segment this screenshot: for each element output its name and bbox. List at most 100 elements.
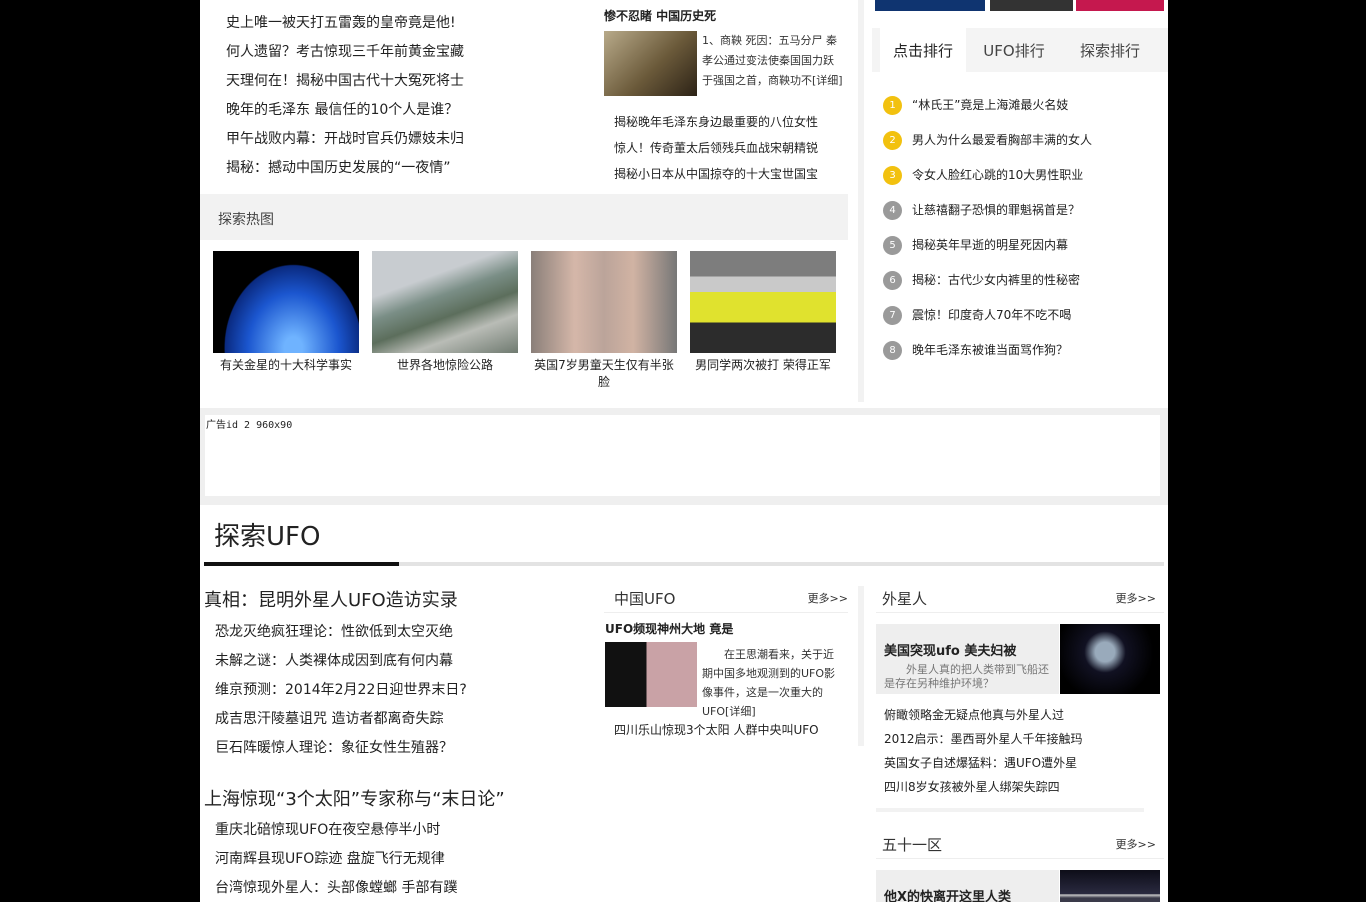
china-ufo-header: 中国UFO 更多>> <box>604 586 848 613</box>
list-item[interactable]: 河南辉县现UFO踪迹 盘旋飞行无规律 <box>215 845 585 874</box>
china-ufo-more[interactable]: 更多>> <box>808 590 848 606</box>
news-link[interactable]: 巨石阵暖惊人理论：象征女性生殖器？ <box>215 740 453 756</box>
history-title[interactable]: 惨不忍睹 中国历史死 <box>604 6 844 26</box>
china-ufo-feature-title[interactable]: UFO频现神州大地 竟是 <box>605 620 733 637</box>
news-link[interactable]: 天理何在！揭秘中国古代十大冤死将士 <box>226 73 464 89</box>
list-item[interactable]: 恐龙灭绝疯狂理论：性欲低到太空灭绝 <box>215 618 585 647</box>
news-link[interactable]: 史上唯一被天打五雷轰的皇帝竟是他! <box>226 15 456 31</box>
news-link[interactable]: 俯瞰领略金无疑点他真与外星人过 <box>884 708 1064 722</box>
ranking-link[interactable]: 让慈禧翻子恐惧的罪魁祸首是？ <box>912 193 1080 228</box>
news-link[interactable]: 台湾惊现外星人：头部像螳螂 手部有蹼 <box>215 880 457 896</box>
list-item[interactable]: 俯瞰领略金无疑点他真与外星人过 <box>884 703 1164 727</box>
tab-explore-ranking[interactable]: 探索排行 <box>1062 28 1158 72</box>
aliens-more[interactable]: 更多>> <box>1116 590 1156 606</box>
nav-button-pink[interactable] <box>1076 0 1164 11</box>
news-link[interactable]: 成吉思汗陵墓诅咒 造访者都离奇失踪 <box>215 711 443 727</box>
area51-thumbnail[interactable] <box>1060 870 1160 902</box>
area51-feature-title[interactable]: 他X的快离开这里人类 <box>876 870 1059 902</box>
list-item[interactable]: 四川8岁女孩被外星人绑架失踪四 <box>884 775 1164 799</box>
news-link[interactable]: 揭秘晚年毛泽东身边最重要的八位女性 <box>614 115 818 129</box>
hot-pic-item[interactable]: 英国7岁男童天生仅有半张脸 <box>531 251 677 391</box>
china-ufo-thumbnail[interactable] <box>605 642 697 707</box>
news-link[interactable]: 维京预测：2014年2月22日迎世界末日? <box>215 682 467 698</box>
news-link[interactable]: 揭秘小日本从中国掠夺的十大宝世国宝 <box>614 167 818 181</box>
news-link[interactable]: 英国女子自述爆猛料：遇UFO遭外星 <box>884 756 1077 770</box>
hot-pic-item[interactable]: 有关金星的十大科学事实 <box>213 251 359 391</box>
ranking-link[interactable]: 揭秘英年早逝的明星死因内幕 <box>912 228 1068 263</box>
ranking-item[interactable]: 6 揭秘：古代少女内裤里的性秘密 <box>883 263 1163 298</box>
aliens-feature-box[interactable]: 美国突现ufo 美夫妇被 外星人真的把人类带到飞船还是存在另种维护环境？ <box>876 624 1059 694</box>
china-ufo-title[interactable]: 中国UFO <box>614 588 675 609</box>
ranking-tabs: 点击排行 UFO排行 探索排行 <box>872 28 1168 72</box>
list-item[interactable]: 揭秘：撼动中国历史发展的“一夜情” <box>226 154 596 183</box>
list-item[interactable]: 天理何在！揭秘中国古代十大冤死将士 <box>226 67 596 96</box>
news-link[interactable]: 河南辉县现UFO踪迹 盘旋飞行无规律 <box>215 851 445 867</box>
road-image[interactable] <box>372 251 518 353</box>
list-item[interactable]: 晚年的毛泽东 最信任的10个人是谁？ <box>226 96 596 125</box>
tab-ufo-ranking[interactable]: UFO排行 <box>966 28 1062 72</box>
list-item[interactable]: 未解之谜：人类裸体成因到底有何内幕 <box>215 647 585 676</box>
hot-pic-item[interactable]: 世界各地惊险公路 <box>372 251 518 391</box>
tab-click-ranking[interactable]: 点击排行 <box>880 28 966 72</box>
list-item[interactable]: 何人遗留？考古惊现三千年前黄金宝藏 <box>226 38 596 67</box>
ranking-link[interactable]: 男人为什么最爱看胸部丰满的女人 <box>912 123 1092 158</box>
list-item[interactable]: 甲午战败内幕：开战时官兵仍嫖妓未归 <box>226 125 596 154</box>
boys-image[interactable] <box>531 251 677 353</box>
ranking-item[interactable]: 2 男人为什么最爱看胸部丰满的女人 <box>883 123 1163 158</box>
area51-more[interactable]: 更多>> <box>1116 836 1156 852</box>
news-link[interactable]: 晚年的毛泽东 最信任的10个人是谁？ <box>226 102 458 118</box>
list-item[interactable]: 重庆北碚惊现UFO在夜空悬停半小时 <box>215 816 585 845</box>
list-item[interactable]: 2012启示：墨西哥外星人千年接触玛 <box>884 727 1164 751</box>
aliens-feature-title[interactable]: 美国突现ufo 美夫妇被 <box>876 624 1059 659</box>
top-news-list: 史上唯一被天打五雷轰的皇帝竟是他! 何人遗留？考古惊现三千年前黄金宝藏 天理何在… <box>226 9 596 183</box>
aliens-title[interactable]: 外星人 <box>882 588 927 609</box>
list-item[interactable]: 史上唯一被天打五雷轰的皇帝竟是他! <box>226 9 596 38</box>
list-item[interactable]: 台湾惊现外星人：头部像螳螂 手部有蹼 <box>215 874 585 902</box>
ranking-item[interactable]: 8 晚年毛泽东被谁当面骂作狗？ <box>883 333 1163 368</box>
news-link[interactable]: 恐龙灭绝疯狂理论：性欲低到太空灭绝 <box>215 624 453 640</box>
news-link[interactable]: 揭秘：撼动中国历史发展的“一夜情” <box>226 160 451 176</box>
ranking-link[interactable]: 令女人脸红心跳的10大男性职业 <box>912 158 1083 193</box>
ad-slot[interactable]: 广告id 2 960x90 <box>205 415 1160 496</box>
list-item[interactable]: 惊人！传奇董太后领残兵血战宋朝精锐 <box>614 135 844 161</box>
list-item[interactable]: 四川乐山惊现3个太阳 人群中央叫UFO <box>614 717 854 743</box>
news-link[interactable]: 2012启示：墨西哥外星人千年接触玛 <box>884 732 1083 746</box>
ranking-link[interactable]: 晚年毛泽东被谁当面骂作狗？ <box>912 333 1068 368</box>
news-link[interactable]: 甲午战败内幕：开战时官兵仍嫖妓未归 <box>226 131 464 147</box>
list-item[interactable]: 巨石阵暖惊人理论：象征女性生殖器？ <box>215 734 585 763</box>
list-item[interactable]: 揭秘晚年毛泽东身边最重要的八位女性 <box>614 109 844 135</box>
area51-feature-box[interactable]: 他X的快离开这里人类 <box>876 870 1059 902</box>
news-link[interactable]: 重庆北碚惊现UFO在夜空悬停半小时 <box>215 822 440 838</box>
area51-title[interactable]: 五十一区 <box>882 834 942 855</box>
ranking-item[interactable]: 7 震惊！印度奇人70年不吃不喝 <box>883 298 1163 333</box>
runners-image[interactable] <box>690 251 836 353</box>
list-item[interactable]: 英国女子自述爆猛料：遇UFO遭外星 <box>884 751 1164 775</box>
ranking-item[interactable]: 1 “林氏王”竟是上海滩最火名妓 <box>883 88 1163 123</box>
hot-pic-caption[interactable]: 英国7岁男童天生仅有半张脸 <box>531 357 677 391</box>
news-link[interactable]: 何人遗留？考古惊现三千年前黄金宝藏 <box>226 44 464 60</box>
history-thumbnail[interactable] <box>604 31 697 96</box>
venus-image[interactable] <box>213 251 359 353</box>
nav-button-dark[interactable] <box>990 0 1073 11</box>
hot-pic-item[interactable]: 男同学两次被打 荣得正军 <box>690 251 836 391</box>
list-item[interactable]: 维京预测：2014年2月22日迎世界末日? <box>215 676 585 705</box>
ranking-item[interactable]: 5 揭秘英年早逝的明星死因内幕 <box>883 228 1163 263</box>
hot-pic-caption[interactable]: 有关金星的十大科学事实 <box>213 357 359 374</box>
ranking-link[interactable]: 揭秘：古代少女内裤里的性秘密 <box>912 263 1080 298</box>
list-item[interactable]: 成吉思汗陵墓诅咒 造访者都离奇失踪 <box>215 705 585 734</box>
list-item[interactable]: 揭秘小日本从中国掠夺的十大宝世国宝 <box>614 161 844 187</box>
ranking-link[interactable]: 震惊！印度奇人70年不吃不喝 <box>912 298 1071 333</box>
news-link[interactable]: 未解之谜：人类裸体成因到底有何内幕 <box>215 653 453 669</box>
news-link[interactable]: 四川乐山惊现3个太阳 人群中央叫UFO <box>614 723 819 737</box>
headline-1[interactable]: 真相：昆明外星人UFO造访实录 <box>204 586 458 612</box>
nav-button-blue[interactable] <box>875 0 985 11</box>
hot-pic-caption[interactable]: 世界各地惊险公路 <box>372 357 518 374</box>
ranking-item[interactable]: 4 让慈禧翻子恐惧的罪魁祸首是？ <box>883 193 1163 228</box>
news-link[interactable]: 惊人！传奇董太后领残兵血战宋朝精锐 <box>614 141 818 155</box>
ranking-link[interactable]: “林氏王”竟是上海滩最火名妓 <box>912 88 1068 123</box>
news-link[interactable]: 四川8岁女孩被外星人绑架失踪四 <box>884 780 1060 794</box>
headline-2[interactable]: 上海惊现“3个太阳”专家称与“末日论” <box>204 785 505 811</box>
ranking-item[interactable]: 3 令女人脸红心跳的10大男性职业 <box>883 158 1163 193</box>
hot-pic-caption[interactable]: 男同学两次被打 荣得正军 <box>690 357 836 374</box>
aliens-thumbnail[interactable] <box>1060 624 1160 694</box>
